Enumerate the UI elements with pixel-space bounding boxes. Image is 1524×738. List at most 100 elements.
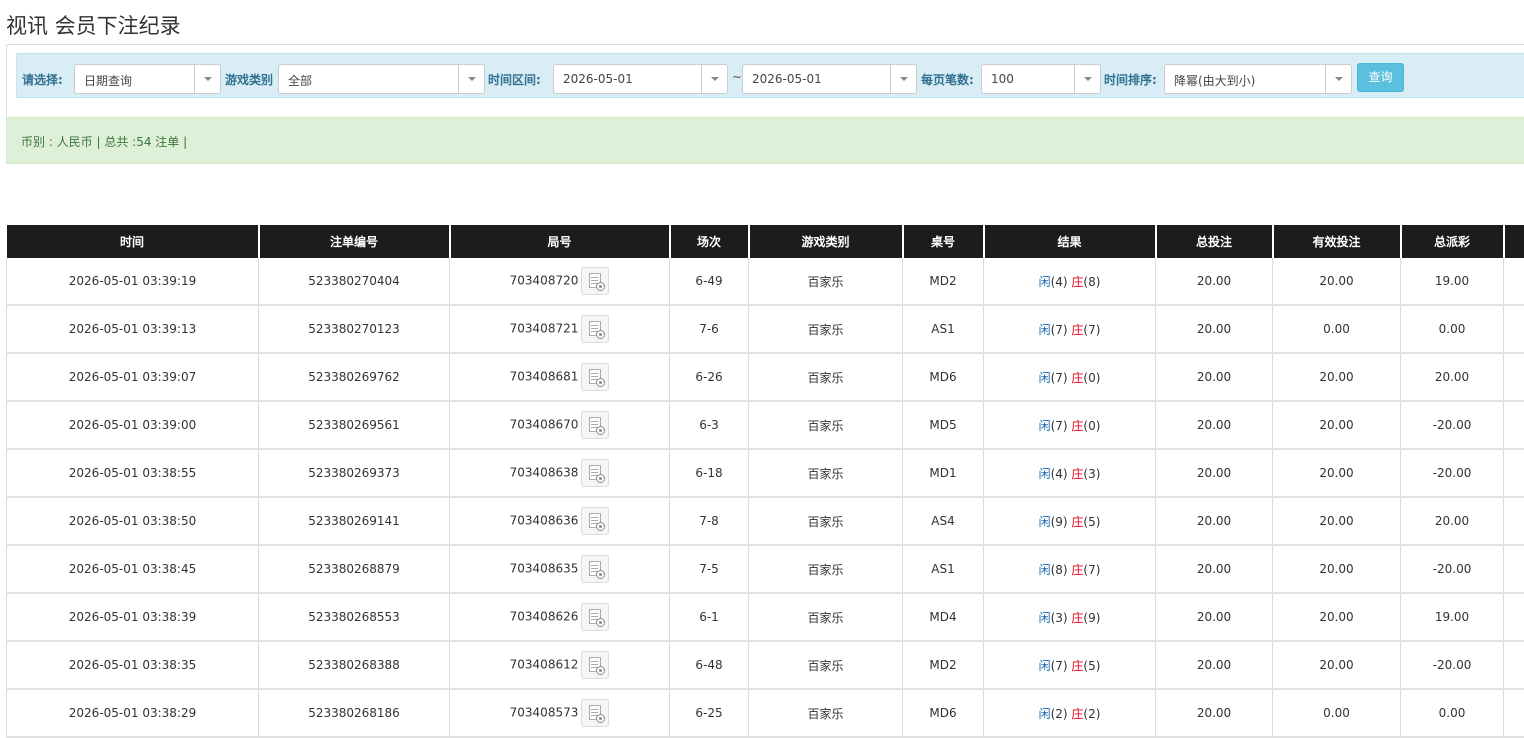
per-page-select[interactable]: 100 — [981, 64, 1101, 94]
cell-total-bet: 20.00 — [1156, 449, 1273, 497]
header-extra — [1504, 225, 1524, 258]
date-from-select[interactable]: 2026-05-01 — [553, 64, 728, 94]
query-button[interactable]: 查询 — [1357, 63, 1404, 92]
header-total-bet: 总投注 — [1156, 225, 1273, 258]
cell-session: 6-48 — [670, 641, 749, 689]
player-score: (7) — [1051, 659, 1068, 673]
result-detail-icon[interactable] — [581, 603, 609, 631]
cell-extra — [1504, 641, 1524, 689]
cell-round-no: 703408636 — [450, 497, 670, 545]
cell-valid-bet: 20.00 — [1273, 353, 1401, 401]
result-detail-icon[interactable] — [581, 315, 609, 343]
cell-result: 闲(9) 庄(5) — [984, 497, 1156, 545]
sort-select[interactable]: 降幂(由大到小) — [1164, 64, 1352, 94]
player-label: 闲 — [1039, 707, 1051, 721]
cell-session: 7-5 — [670, 545, 749, 593]
date-from-value: 2026-05-01 — [563, 72, 633, 86]
player-label: 闲 — [1039, 371, 1051, 385]
date-to-select[interactable]: 2026-05-01 — [742, 64, 917, 94]
result-detail-icon[interactable] — [581, 651, 609, 679]
cell-table-no: MD6 — [903, 353, 984, 401]
cell-extra — [1504, 305, 1524, 353]
cell-extra — [1504, 449, 1524, 497]
summary-bar: 币别 : 人民币 | 总共 :54 注单 | — [6, 117, 1524, 164]
round-no-text: 703408612 — [510, 658, 579, 672]
round-no-text: 703408573 — [510, 706, 579, 720]
cell-payout: 20.00 — [1401, 353, 1504, 401]
cell-extra — [1504, 401, 1524, 449]
summary-text: 币别 : 人民币 | 总共 :54 注单 | — [21, 133, 187, 150]
cell-time: 2026-05-01 03:38:35 — [7, 641, 259, 689]
round-no-text: 703408626 — [510, 610, 579, 624]
panel-left-border — [6, 44, 7, 116]
cell-extra — [1504, 545, 1524, 593]
query-type-select[interactable]: 日期查询 — [74, 64, 221, 94]
cell-extra — [1504, 593, 1524, 641]
cell-order-no: 523380269762 — [259, 353, 450, 401]
round-no-text: 703408681 — [510, 370, 579, 384]
player-score: (4) — [1051, 275, 1068, 289]
cell-valid-bet: 20.00 — [1273, 258, 1401, 305]
cell-result: 闲(7) 庄(0) — [984, 401, 1156, 449]
cell-result: 闲(7) 庄(0) — [984, 353, 1156, 401]
cell-total-bet: 20.00 — [1156, 401, 1273, 449]
page-title: 视讯 会员下注纪录 — [6, 10, 181, 40]
result-detail-icon[interactable] — [581, 363, 609, 391]
cell-round-no: 703408635 — [450, 545, 670, 593]
cell-total-bet: 20.00 — [1156, 497, 1273, 545]
cell-table-no: AS1 — [903, 305, 984, 353]
cell-time: 2026-05-01 03:38:45 — [7, 545, 259, 593]
banker-score: (5) — [1083, 515, 1100, 529]
result-detail-icon[interactable] — [581, 699, 609, 727]
result-detail-icon[interactable] — [581, 555, 609, 583]
cell-game-type: 百家乐 — [749, 258, 903, 305]
cell-session: 7-8 — [670, 497, 749, 545]
cell-result: 闲(8) 庄(7) — [984, 545, 1156, 593]
cell-valid-bet: 20.00 — [1273, 641, 1401, 689]
table-row: 2026-05-01 03:38:35523380268388703408612… — [7, 641, 1524, 689]
banker-score: (7) — [1083, 563, 1100, 577]
banker-score: (0) — [1083, 371, 1100, 385]
cell-valid-bet: 20.00 — [1273, 401, 1401, 449]
banker-label: 庄 — [1071, 659, 1083, 673]
player-score: (8) — [1051, 563, 1068, 577]
table-row: 2026-05-01 03:38:50523380269141703408636… — [7, 497, 1524, 545]
round-no-text: 703408721 — [510, 322, 579, 336]
cell-time: 2026-05-01 03:39:13 — [7, 305, 259, 353]
player-label: 闲 — [1039, 659, 1051, 673]
cell-result: 闲(7) 庄(7) — [984, 305, 1156, 353]
cell-result: 闲(7) 庄(5) — [984, 641, 1156, 689]
cell-order-no: 523380268879 — [259, 545, 450, 593]
header-payout: 总派彩 — [1401, 225, 1504, 258]
game-type-select[interactable]: 全部 — [278, 64, 485, 94]
round-no-text: 703408636 — [510, 514, 579, 528]
result-detail-icon[interactable] — [581, 459, 609, 487]
table-row: 2026-05-01 03:38:55523380269373703408638… — [7, 449, 1524, 497]
result-detail-icon[interactable] — [581, 507, 609, 535]
player-score: (7) — [1051, 323, 1068, 337]
title-divider — [6, 44, 1524, 45]
banker-label: 庄 — [1071, 275, 1083, 289]
result-detail-icon[interactable] — [581, 411, 609, 439]
cell-extra — [1504, 497, 1524, 545]
cell-time: 2026-05-01 03:39:19 — [7, 258, 259, 305]
header-time: 时间 — [7, 225, 259, 258]
banker-label: 庄 — [1071, 515, 1083, 529]
cell-valid-bet: 0.00 — [1273, 305, 1401, 353]
cell-valid-bet: 20.00 — [1273, 593, 1401, 641]
table-header-row: 时间 注单编号 局号 场次 游戏类别 桌号 结果 总投注 有效投注 总派彩 — [7, 225, 1524, 258]
banker-score: (0) — [1083, 419, 1100, 433]
table-row: 2026-05-01 03:38:39523380268553703408626… — [7, 593, 1524, 641]
cell-table-no: AS1 — [903, 545, 984, 593]
cell-payout: -20.00 — [1401, 545, 1504, 593]
round-no-text: 703408670 — [510, 418, 579, 432]
bet-records-table: 时间 注单编号 局号 场次 游戏类别 桌号 结果 总投注 有效投注 总派彩 20… — [6, 225, 1524, 738]
cell-result: 闲(4) 庄(8) — [984, 258, 1156, 305]
cell-valid-bet: 20.00 — [1273, 449, 1401, 497]
header-valid-bet: 有效投注 — [1273, 225, 1401, 258]
game-type-value: 全部 — [288, 72, 312, 89]
result-detail-icon[interactable] — [581, 267, 609, 295]
banker-label: 庄 — [1071, 611, 1083, 625]
cell-order-no: 523380269373 — [259, 449, 450, 497]
cell-table-no: MD4 — [903, 593, 984, 641]
